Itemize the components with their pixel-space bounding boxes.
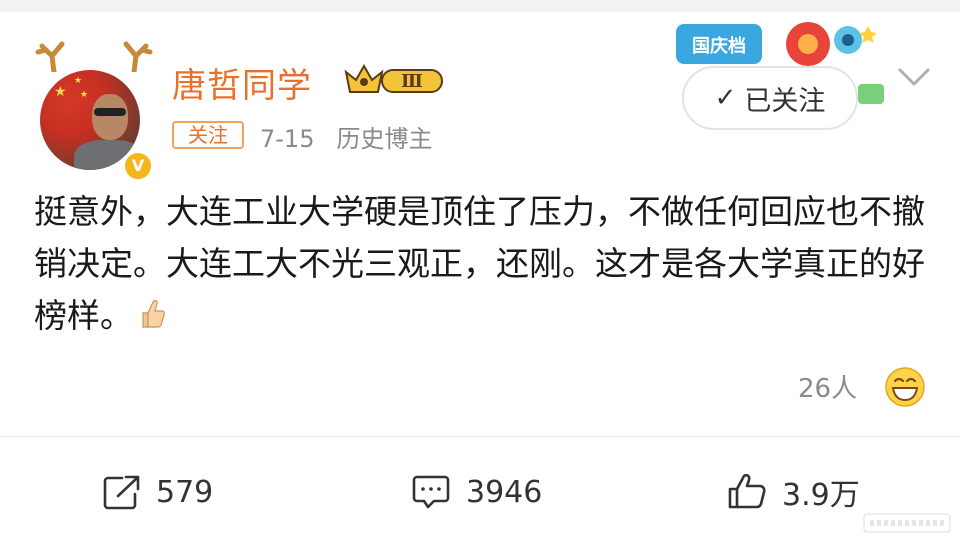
repost-count: 579 [156,474,214,510]
check-icon: ✓ [714,83,737,113]
watermark-icon [863,513,951,533]
post-source: 历史博主 [336,125,433,153]
comment-icon [412,475,450,509]
thumbs-up-emoji-icon [142,299,165,328]
like-button[interactable]: 3.9万 [726,468,860,516]
follow-tag: 关注 [172,121,244,149]
avatar[interactable]: ★ ★ ★ V [34,38,154,182]
comment-button[interactable]: 3946 [410,468,542,516]
thumbs-up-icon [728,473,766,509]
post-content: 挺意外，大连工业大学硬是顶住了压力，不做任何回应也不撤销决定。大连工大不光三观正… [34,186,934,342]
antler-left-icon [35,41,65,72]
avatar-glasses [94,108,126,116]
post-meta: 7-15 历史博主 [260,119,432,154]
avatar-face [92,94,128,140]
chevron-down-icon[interactable] [896,64,932,90]
promo-text: 国庆档 [692,35,746,57]
like-count: 3.9万 [782,478,860,513]
followed-button[interactable]: ✓ 已关注 [682,66,858,130]
share-icon [103,475,140,510]
vip-crown-badge-icon[interactable]: Ⅲ [342,62,446,96]
comment-count: 3946 [466,474,543,510]
antler-right-icon [123,41,153,72]
post-text: 挺意外，大连工业大学硬是顶住了压力，不做任何回应也不撤销决定。大连工大不光三观正… [34,192,925,335]
star-icon: ★ [80,90,89,100]
top-strip [0,0,960,12]
repost-button[interactable]: 579 [102,468,213,516]
star-icon: ★ [54,84,67,100]
post-date: 7-15 [260,125,315,153]
followed-button-label: 已关注 [744,85,826,117]
star-icon: ★ [74,76,83,86]
action-bar: 579 3946 3.9万 [0,468,960,516]
rank-badge-text: Ⅲ [401,71,423,92]
username[interactable]: 唐哲同学 [172,58,312,107]
verified-badge-icon: V [122,150,154,182]
reaction-count[interactable]: 26人 [798,368,857,405]
divider [0,436,960,437]
laughing-emoji-icon[interactable] [884,366,926,408]
